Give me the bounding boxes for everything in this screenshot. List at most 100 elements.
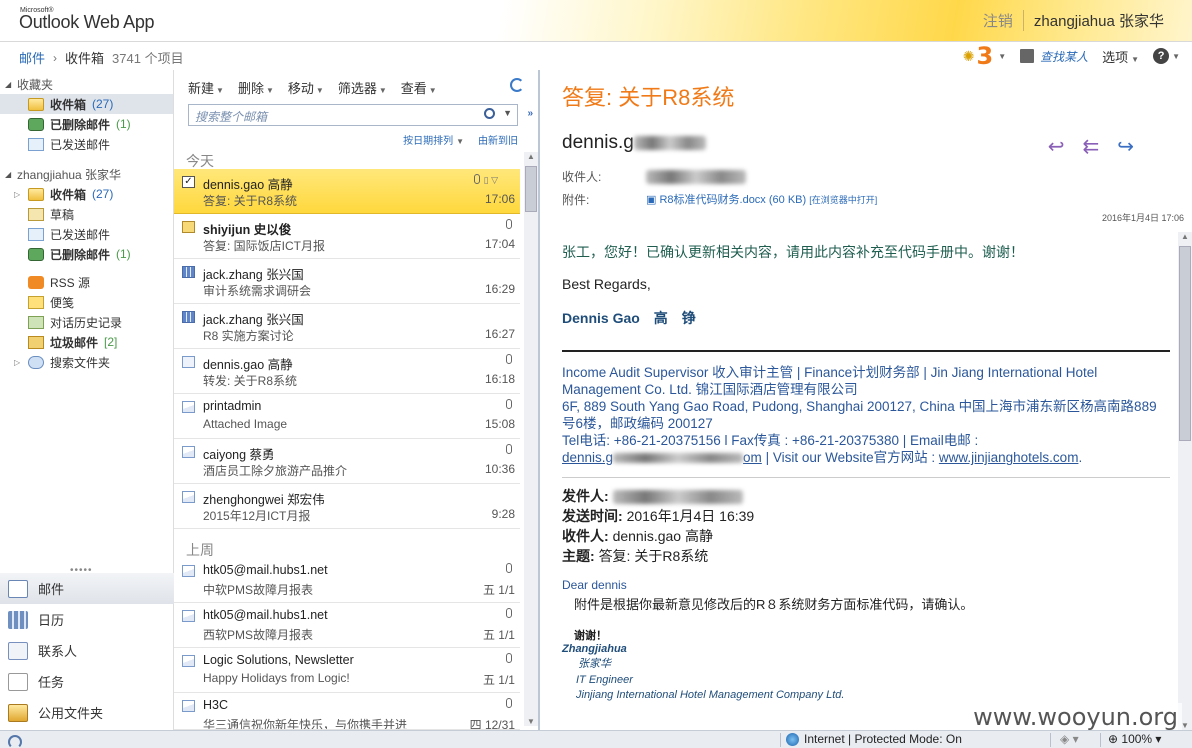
message-from[interactable]: dennis.g	[562, 132, 706, 154]
expand-search-icon[interactable]: »	[527, 108, 533, 119]
message-sender: H3C	[203, 698, 229, 712]
collapse-icon[interactable]: ◢	[5, 170, 17, 179]
signout-link[interactable]: 注销	[983, 10, 1024, 31]
move-button[interactable]: 移动 ▼	[288, 78, 324, 97]
security-zone[interactable]: Internet | Protected Mode: On	[786, 732, 962, 746]
message-row[interactable]: Logic Solutions, Newsletter Happy Holida…	[174, 648, 520, 693]
checkbox-icon[interactable]: ✓	[182, 176, 195, 188]
sort-order-button[interactable]: 由新到旧	[478, 132, 518, 147]
help-menu[interactable]: ? ▼	[1153, 48, 1180, 64]
delete-button[interactable]: 删除 ▼	[238, 78, 274, 97]
alerts-button[interactable]: ✺ 3 ▼	[963, 44, 1006, 68]
signature-email-link[interactable]: dennis.g om	[562, 450, 762, 465]
module-calendar[interactable]: 日历	[0, 604, 174, 635]
message-row[interactable]: caiyong 蔡勇 酒店员工除夕旅游产品推介 10:36	[174, 439, 520, 484]
folder-deleted[interactable]: 已删除邮件 (1)	[0, 244, 173, 264]
user-name[interactable]: zhangjiahua 张家华	[1034, 10, 1164, 31]
reply-icon[interactable]: ↩	[1048, 134, 1065, 159]
open-in-browser-link[interactable]: [在浏览器中打开]	[809, 195, 877, 205]
folder-inbox[interactable]: ▷ 收件箱 (27)	[0, 184, 173, 204]
message-date: 2016年1月4日 17:06	[1101, 213, 1184, 223]
app-logo[interactable]: Outlook Web App	[19, 12, 155, 33]
scroll-up-icon[interactable]: ▲	[1181, 232, 1189, 241]
fav-deleted-count: (1)	[116, 117, 131, 131]
view-button[interactable]: 查看 ▼	[401, 78, 437, 97]
module-public-folders[interactable]: 公用文件夹	[0, 697, 174, 728]
folder-notes[interactable]: 便笺	[0, 292, 173, 312]
message-sender: caiyong 蔡勇	[203, 448, 275, 462]
fav-sent[interactable]: 已发送邮件	[0, 134, 173, 154]
message-row[interactable]: htk05@mail.hubs1.net 中软PMS故障月报表 五 1/1	[174, 558, 520, 603]
find-someone-button[interactable]: 查找某人	[1020, 48, 1088, 65]
module-tasks[interactable]: 任务	[0, 666, 174, 697]
redacted-text	[613, 453, 744, 464]
quoted-sent-label: 发送时间:	[562, 508, 623, 524]
quoted-sent: 2016年1月4日 16:39	[626, 508, 755, 524]
inbox-icon	[28, 97, 44, 111]
scroll-down-icon[interactable]: ▼	[527, 717, 535, 726]
message-row[interactable]: htk05@mail.hubs1.net 西软PMS故障月报表 五 1/1	[174, 603, 520, 648]
read-envelope-icon	[182, 700, 195, 712]
to-value[interactable]	[646, 170, 746, 184]
search-input[interactable]: 搜索整个邮箱 ▼	[188, 104, 518, 126]
folder-sent[interactable]: 已发送邮件	[0, 224, 173, 244]
message-row[interactable]: dennis.gao 高静 转发: 关于R8系统 16:18	[174, 349, 520, 394]
protected-mode-icon[interactable]: ◈ ▾	[1060, 732, 1079, 746]
breadcrumb-mail[interactable]: 邮件	[19, 48, 45, 67]
collapse-icon[interactable]: ◢	[5, 80, 17, 89]
message-row[interactable]: jack.zhang 张兴国 R8 实施方案讨论 16:27	[174, 304, 520, 349]
options-menu[interactable]: 选项 ▼	[1102, 47, 1139, 66]
new-button[interactable]: 新建 ▼	[188, 78, 224, 97]
flag-icon[interactable]: ▯ ▽	[484, 175, 498, 186]
zoom-control[interactable]: ⊕ 100% ▾	[1108, 732, 1161, 746]
folder-drafts[interactable]: 草稿	[0, 204, 173, 224]
message-body: 张工，您好！已确认更新相关内容，请用此内容补充至代码手册中。谢谢！ Best R…	[562, 242, 1170, 701]
module-tasks-label: 任务	[38, 675, 65, 690]
folder-drafts-label: 草稿	[50, 207, 75, 222]
scroll-thumb[interactable]	[525, 166, 537, 212]
module-mail[interactable]: 邮件	[0, 573, 174, 604]
sort-by-button[interactable]: 按日期排列 ▼	[403, 132, 464, 147]
message-row[interactable]: printadmin Attached Image 15:08	[174, 394, 520, 439]
delete-label: 删除	[237, 81, 264, 96]
search-icon[interactable]	[484, 108, 495, 119]
website-link[interactable]: www.jinjianghotels.com	[939, 450, 1079, 465]
mailbox-header[interactable]: ◢ zhangjiahua 张家华	[0, 164, 173, 184]
reply-all-icon[interactable]: ⇇	[1082, 134, 1099, 159]
chevron-down-icon[interactable]: ▼	[503, 108, 512, 118]
module-contacts[interactable]: 联系人	[0, 635, 174, 666]
expand-icon[interactable]: ▷	[14, 190, 20, 199]
message-row[interactable]: jack.zhang 张兴国 审计系统需求调研会 16:29	[174, 259, 520, 304]
reading-scrollbar[interactable]: ▲ ▼	[1178, 232, 1192, 730]
refresh-icon[interactable]	[510, 78, 524, 92]
message-row[interactable]: ✓ dennis.gao 高静 答复: 关于R8系统 17:06 ▯ ▽	[174, 169, 520, 214]
message-row[interactable]: shiyijun 史以俊 答复: 国际饭店ICT月报 17:04	[174, 214, 520, 259]
expand-icon[interactable]: ▷	[14, 358, 20, 367]
new-label: 新建	[188, 81, 215, 96]
loading-icon	[8, 735, 22, 748]
fav-inbox[interactable]: 收件箱 (27)	[0, 94, 173, 114]
list-scrollbar[interactable]: ▲ ▼	[524, 152, 538, 726]
scroll-up-icon[interactable]: ▲	[527, 152, 535, 161]
attachment-filename: R8标准代码财务.docx (60 KB)	[659, 194, 807, 206]
message-row[interactable]: H3C 华三通信祝你新年快乐，与你携手并进 四 12/31	[174, 693, 520, 730]
chevron-down-icon: ▼	[216, 86, 224, 95]
folder-junk[interactable]: 垃圾邮件 [2]	[0, 332, 173, 352]
message-row[interactable]: zhenghongwei 郑宏伟 2015年12月ICT月报 9:28	[174, 484, 520, 529]
module-switcher: 邮件 日历 联系人 任务 公用文件夹	[0, 573, 174, 728]
to-row: 收件人:	[562, 168, 746, 185]
quoted-greeting: Dear dennis	[562, 578, 627, 592]
folder-rss-label: RSS 源	[50, 275, 91, 290]
quoted-signature-role: IT Engineer	[576, 674, 633, 686]
folder-search[interactable]: ▷ 搜索文件夹	[0, 352, 173, 372]
scroll-thumb[interactable]	[1179, 246, 1191, 441]
scroll-down-icon[interactable]: ▼	[1181, 721, 1189, 730]
folder-conversation-history[interactable]: 对话历史记录	[0, 312, 173, 332]
fav-deleted[interactable]: 已删除邮件 (1)	[0, 114, 173, 134]
attachment-link[interactable]: ▣ R8标准代码财务.docx (60 KB) [在浏览器中打开]	[646, 191, 877, 207]
filter-button[interactable]: 筛选器 ▼	[338, 78, 387, 97]
forward-icon[interactable]: ↪	[1117, 134, 1134, 159]
attachment-icon	[506, 563, 512, 573]
folder-rss[interactable]: RSS 源	[0, 272, 173, 292]
favorites-header[interactable]: ◢ 收藏夹	[0, 74, 173, 94]
